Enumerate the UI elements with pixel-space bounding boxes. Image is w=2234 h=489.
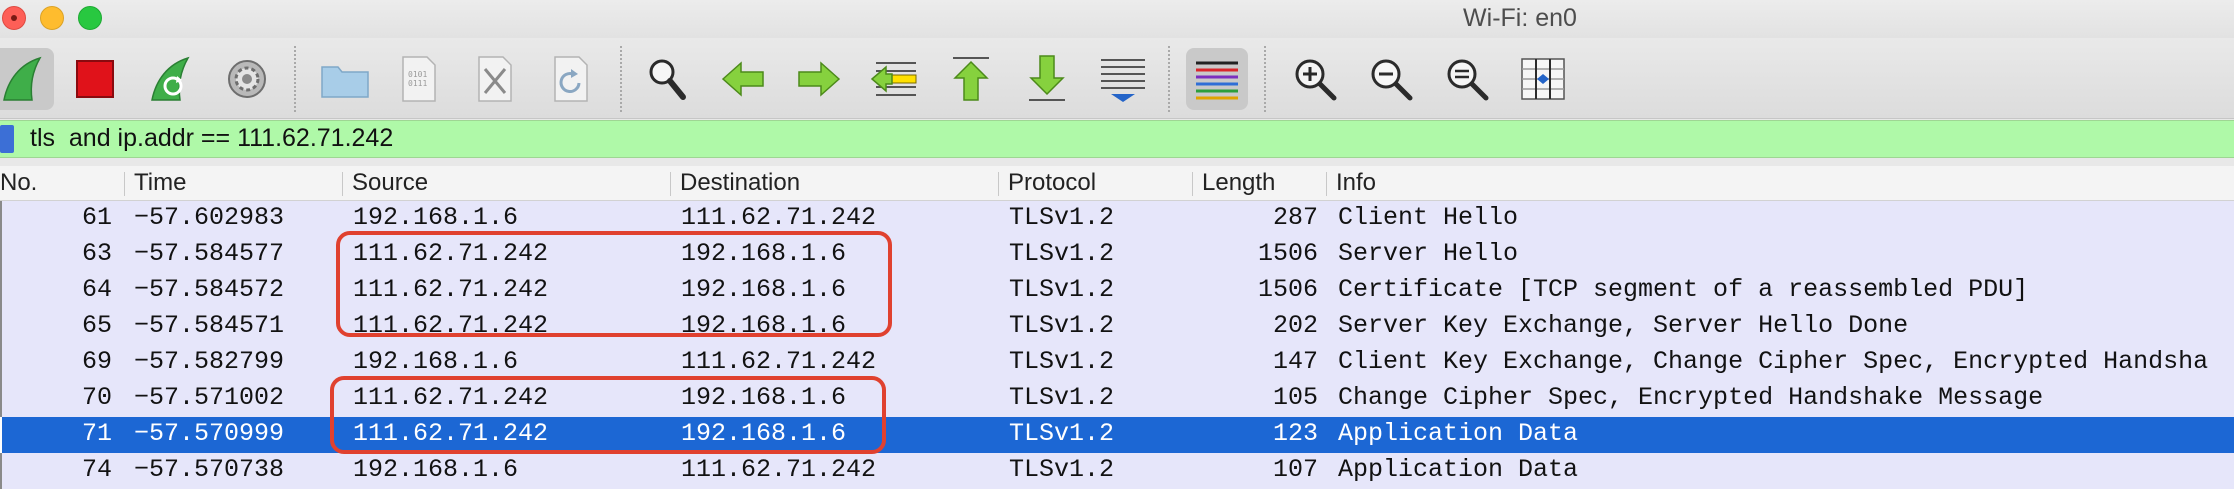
column-header-protocol[interactable]: Protocol bbox=[1008, 169, 1096, 197]
column-divider[interactable] bbox=[1326, 172, 1327, 196]
reload-file-icon bbox=[554, 56, 588, 102]
find-packet-icon bbox=[649, 59, 686, 100]
reload-file-button[interactable] bbox=[540, 48, 602, 110]
column-header-destination[interactable]: Destination bbox=[680, 169, 800, 197]
packet-length: 147 bbox=[1272, 347, 1318, 376]
packet-info: Application Data bbox=[1338, 455, 1579, 484]
colorize-button[interactable] bbox=[1186, 48, 1248, 110]
resize-columns-button[interactable] bbox=[1512, 48, 1574, 110]
zoom-in-icon bbox=[1295, 59, 1337, 101]
capture-options-icon bbox=[228, 60, 266, 98]
go-forward-button[interactable] bbox=[788, 48, 850, 110]
zoom-normal-button[interactable] bbox=[1436, 48, 1498, 110]
annotation-box-server-to-client bbox=[330, 376, 886, 454]
column-divider[interactable] bbox=[342, 172, 343, 196]
packet-info: Certificate [TCP segment of a reassemble… bbox=[1338, 275, 2029, 304]
packet-length: 287 bbox=[1272, 203, 1318, 232]
zoom-out-button[interactable] bbox=[1360, 48, 1422, 110]
packet-info: Client Hello bbox=[1338, 203, 1519, 232]
packet-list-header: No. Time Source Destination Protocol Len… bbox=[0, 166, 2234, 201]
packet-info: Server Hello bbox=[1338, 239, 1519, 268]
go-last-packet-icon bbox=[1029, 55, 1065, 101]
packet-info: Change Cipher Spec, Encrypted Handshake … bbox=[1338, 383, 2044, 412]
close-file-button[interactable] bbox=[464, 48, 526, 110]
colorize-icon bbox=[1196, 61, 1238, 100]
capture-options-button[interactable] bbox=[216, 48, 278, 110]
toolbar-separator bbox=[1168, 46, 1170, 112]
go-to-packet-button[interactable] bbox=[864, 48, 926, 110]
auto-scroll-icon bbox=[1101, 59, 1145, 102]
go-first-packet-button[interactable] bbox=[940, 48, 1002, 110]
table-row[interactable]: 61 −57.602983 192.168.1.6 111.62.71.242 … bbox=[0, 201, 2234, 237]
column-header-time[interactable]: Time bbox=[134, 169, 186, 197]
toolbar-separator bbox=[620, 46, 622, 112]
zoom-normal-icon bbox=[1447, 59, 1489, 101]
go-back-icon bbox=[721, 61, 764, 97]
find-packet-button[interactable] bbox=[636, 48, 698, 110]
packet-info: Server Key Exchange, Server Hello Done bbox=[1338, 311, 1909, 340]
column-divider[interactable] bbox=[670, 172, 671, 196]
go-forward-icon bbox=[798, 61, 841, 97]
title-bar: Wi-Fi: en0 bbox=[0, 0, 2234, 38]
minimize-window-button[interactable] bbox=[40, 6, 64, 30]
stop-capture-icon bbox=[76, 60, 114, 98]
zoom-in-button[interactable] bbox=[1284, 48, 1346, 110]
resize-columns-icon bbox=[1521, 58, 1565, 100]
close-file-icon bbox=[478, 56, 512, 102]
main-toolbar: 0101 0111 bbox=[0, 38, 2234, 119]
bookmark-icon[interactable] bbox=[0, 125, 14, 153]
restart-capture-button[interactable] bbox=[140, 48, 202, 110]
display-filter-bar: tls and ip.addr == 111.62.71.242 bbox=[0, 120, 2234, 158]
save-file-icon: 0101 0111 bbox=[402, 56, 436, 102]
close-window-button[interactable] bbox=[2, 6, 26, 30]
zoom-out-icon bbox=[1371, 59, 1413, 101]
go-first-packet-icon bbox=[953, 57, 989, 101]
svg-text:0101: 0101 bbox=[408, 70, 427, 79]
display-filter-input[interactable]: tls and ip.addr == 111.62.71.242 bbox=[30, 124, 393, 153]
packet-info: Client Key Exchange, Change Cipher Spec,… bbox=[1338, 347, 2209, 376]
start-capture-button[interactable] bbox=[0, 48, 54, 110]
column-header-no[interactable]: No. bbox=[0, 169, 37, 197]
column-header-length[interactable]: Length bbox=[1202, 169, 1275, 197]
open-file-icon bbox=[321, 66, 369, 98]
column-divider[interactable] bbox=[124, 172, 125, 196]
go-to-packet-icon bbox=[870, 62, 917, 96]
packet-info: Application Data bbox=[1338, 419, 1579, 448]
column-header-source[interactable]: Source bbox=[352, 169, 428, 197]
save-file-button[interactable]: 0101 0111 bbox=[388, 48, 450, 110]
go-back-button[interactable] bbox=[712, 48, 774, 110]
annotation-box-server-to-client bbox=[336, 231, 892, 337]
window-title: Wi-Fi: en0 bbox=[1463, 4, 1577, 32]
table-row[interactable]: 74 −57.570738 192.168.1.6 111.62.71.242 … bbox=[0, 453, 2234, 489]
restart-capture-icon bbox=[151, 56, 190, 101]
zoom-window-button[interactable] bbox=[78, 6, 102, 30]
packet-length: 107 bbox=[1272, 455, 1318, 484]
table-row[interactable]: 69 −57.582799 192.168.1.6 111.62.71.242 … bbox=[0, 345, 2234, 381]
go-last-packet-button[interactable] bbox=[1016, 48, 1078, 110]
column-header-info[interactable]: Info bbox=[1336, 169, 1376, 197]
toolbar-separator bbox=[1264, 46, 1266, 112]
start-capture-icon bbox=[3, 56, 42, 101]
stop-capture-button[interactable] bbox=[64, 48, 126, 110]
column-divider[interactable] bbox=[1192, 172, 1193, 196]
column-divider[interactable] bbox=[998, 172, 999, 196]
toolbar-separator bbox=[294, 46, 296, 112]
open-file-button[interactable] bbox=[314, 48, 376, 110]
auto-scroll-button[interactable] bbox=[1092, 48, 1154, 110]
svg-text:0111: 0111 bbox=[408, 79, 427, 88]
